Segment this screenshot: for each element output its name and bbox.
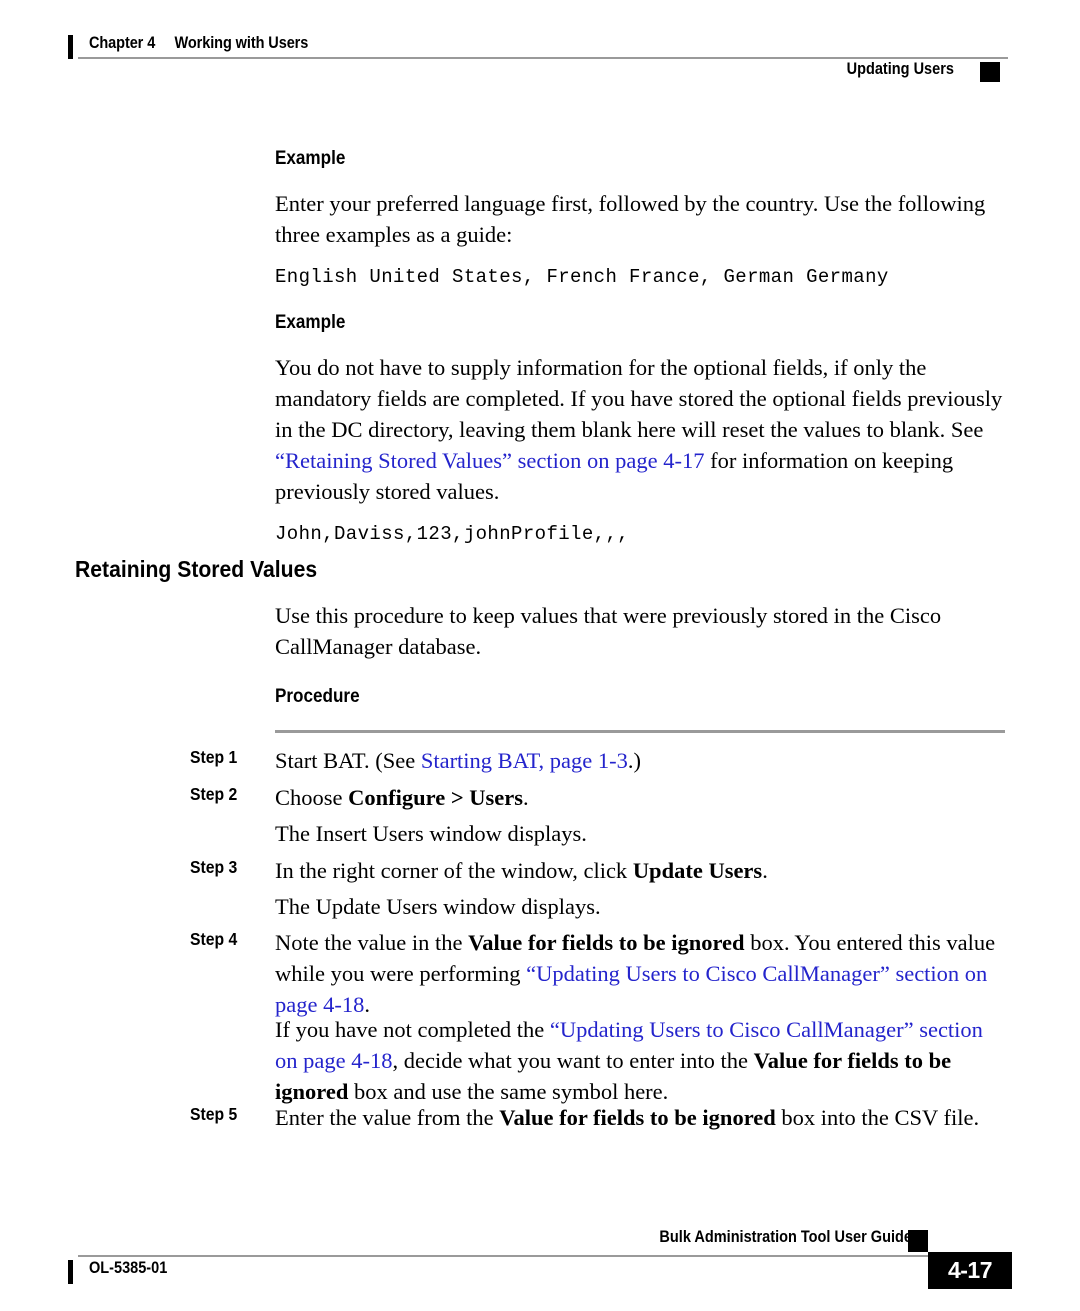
example-1-block: Example Enter your preferred language fi… (275, 148, 1010, 290)
example-2-block: Example You do not have to supply inform… (275, 312, 1010, 547)
step-3-text-before: In the right corner of the window, click (275, 858, 633, 883)
step-2-label: Step 2 (190, 784, 238, 804)
step-5-label: Step 5 (190, 1104, 238, 1124)
step-3-text-after: . (762, 858, 768, 883)
step-2-text: Choose Configure > Users. (275, 782, 1010, 813)
document-page: Chapter 4 Working with Users Updating Use… (0, 0, 1080, 1311)
footer-black-square (908, 1230, 928, 1252)
page-number-badge: 4-17 (928, 1252, 1012, 1289)
step-5-text-before: Enter the value from the (275, 1105, 500, 1130)
step-2-menu-path: Configure > Users (348, 785, 524, 810)
example-2-paragraph: You do not have to supply information fo… (275, 352, 1010, 507)
header-black-square (980, 62, 1000, 82)
running-header: Chapter 4 Working with Users Updating Use… (68, 30, 1008, 88)
footer-tick-mark (68, 1260, 73, 1284)
step-1-text: Start BAT. (See Starting BAT, page 1-3.) (275, 745, 1010, 776)
step-5-text: Enter the value from the Value for field… (275, 1102, 1010, 1133)
step-4-label: Step 4 (190, 929, 238, 949)
example-1-code: English United States, French France, Ge… (275, 266, 889, 288)
example-2-text-part-1: You do not have to supply information fo… (275, 355, 1003, 442)
retaining-stored-values-link[interactable]: “Retaining Stored Values” section on pag… (275, 448, 704, 473)
step-4-p2-text-b: , decide what you want to enter into the (392, 1048, 754, 1073)
step-2-text-after: . (523, 785, 529, 810)
footer-rule (78, 1255, 976, 1257)
step-2-text-before: Choose (275, 785, 349, 810)
procedure-step-2: Step 2 Choose Configure > Users. (190, 782, 1010, 813)
step-3-text: In the right corner of the window, click… (275, 855, 1010, 886)
step-1-text-before: Start BAT. (See (275, 748, 421, 773)
header-chapter-number: Chapter 4 (89, 34, 156, 52)
page-section-heading: Retaining Stored Values (75, 556, 318, 582)
procedure-step-4: Step 4 Note the value in the Value for f… (190, 927, 1010, 1020)
example-1-paragraph: Enter your preferred language first, fol… (275, 191, 986, 247)
step-4-text: Note the value in the Value for fields t… (275, 927, 1010, 1020)
step-4-p2-text-c: box and use the same symbol here. (348, 1079, 669, 1104)
header-tick-mark (68, 35, 73, 59)
header-chapter-title: Working with Users (174, 34, 309, 52)
step-1-text-after: .) (627, 748, 641, 773)
step-3-result: The Update Users window displays. (275, 894, 601, 919)
step-1-label: Step 1 (190, 747, 238, 767)
footer-guide-title: Bulk Administration Tool User Guide (659, 1228, 912, 1246)
example-2-heading: Example (275, 312, 346, 333)
section-intro-paragraph: Use this procedure to keep values that w… (275, 603, 942, 659)
running-footer: Bulk Administration Tool User Guide OL-5… (68, 1222, 1012, 1292)
step-4-second-paragraph: If you have not completed the “Updating … (275, 1014, 1010, 1107)
step-5-field-name: Value for fields to be ignored (499, 1105, 776, 1130)
starting-bat-link[interactable]: Starting BAT, page 1-3 (421, 748, 628, 773)
step-4-text-a: Note the value in the (275, 930, 469, 955)
step-4-p2-text-a: If you have not completed the (275, 1017, 550, 1042)
header-chapter-info: Chapter 4 Working with Users (89, 34, 308, 53)
section-intro-block: Use this procedure to keep values that w… (275, 600, 1010, 708)
header-section-title: Updating Users (846, 60, 954, 78)
step-4-field-name: Value for fields to be ignored (468, 930, 745, 955)
header-rule (78, 57, 1008, 59)
step-3-label: Step 3 (190, 857, 238, 877)
example-2-code: John,Daviss,123,johnProfile,,, (275, 523, 630, 545)
procedure-heading: Procedure (275, 686, 360, 707)
procedure-step-5: Step 5 Enter the value from the Value fo… (190, 1102, 1010, 1133)
example-1-heading: Example (275, 148, 346, 169)
procedure-step-3: Step 3 In the right corner of the window… (190, 855, 1010, 886)
procedure-step-1: Step 1 Start BAT. (See Starting BAT, pag… (190, 745, 1010, 776)
step-2-result: The Insert Users window displays. (275, 821, 587, 846)
step-5-text-after: box into the CSV file. (775, 1105, 980, 1130)
step-3-button-name: Update Users (632, 858, 763, 883)
footer-document-id: OL-5385-01 (89, 1259, 168, 1277)
procedure-divider (275, 730, 1005, 733)
